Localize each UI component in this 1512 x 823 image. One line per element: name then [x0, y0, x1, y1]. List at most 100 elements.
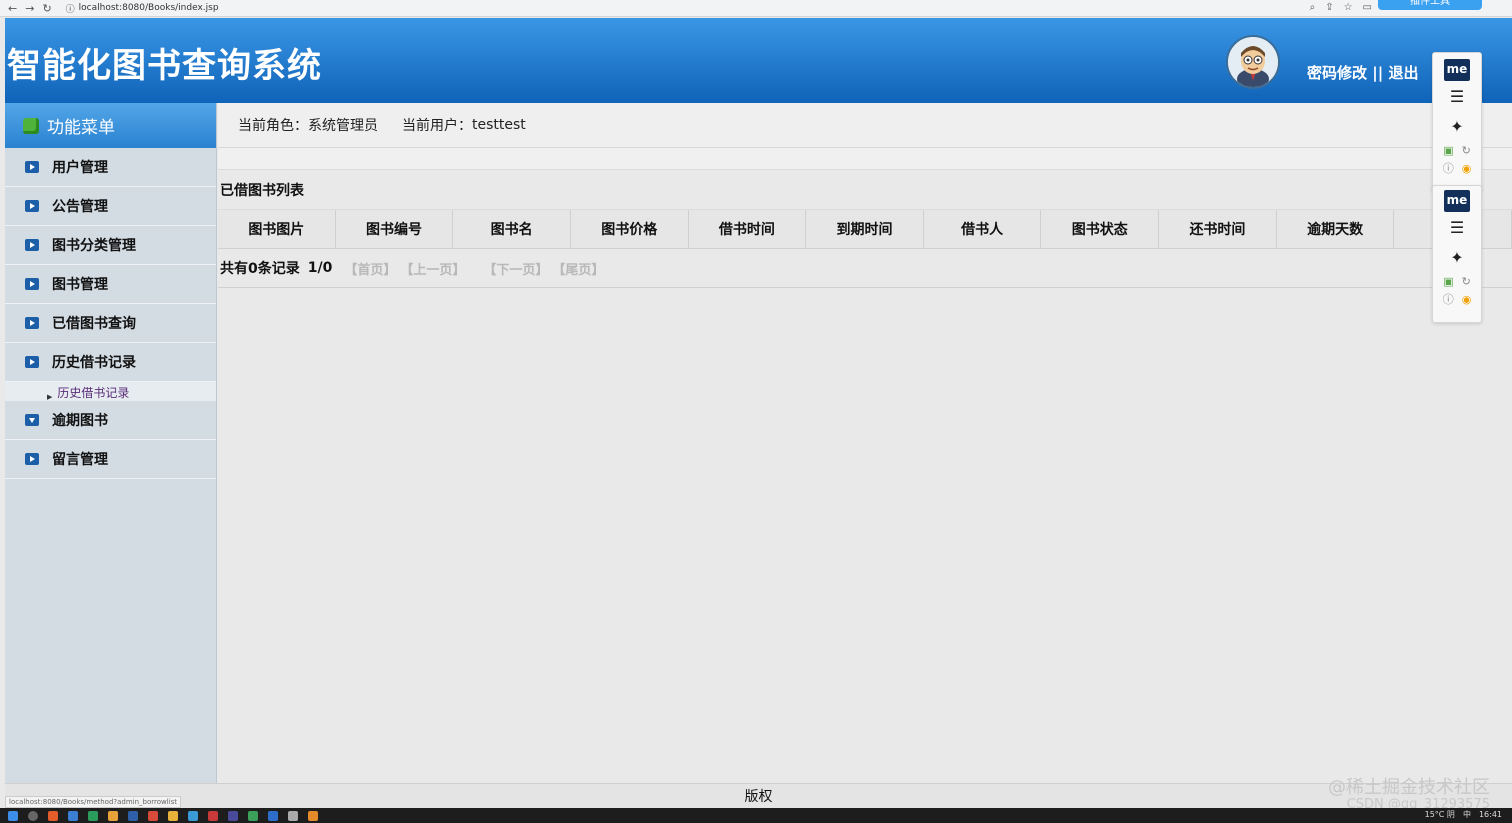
app-icon[interactable]: [208, 810, 218, 821]
zoom-icon[interactable]: ⌕: [1310, 2, 1316, 13]
extension-panel: me ☰ ✦ ▣ ↻ ⓘ ◉: [1432, 52, 1482, 192]
column-header: 还书时间: [1159, 210, 1277, 248]
magic-wand-icon[interactable]: ✦: [1433, 111, 1481, 141]
menu-heading: 功能菜单: [5, 103, 216, 148]
prev-page-link[interactable]: 【上一页】: [400, 259, 465, 278]
me-logo-icon[interactable]: me: [1444, 59, 1470, 81]
eye-icon[interactable]: ◉: [1462, 293, 1472, 306]
header-links: 密码修改 || 退出: [1307, 62, 1418, 83]
sidebar-item-history[interactable]: 历史借书记录: [5, 343, 216, 382]
menu-icon[interactable]: ☰: [1433, 81, 1481, 111]
user-value: testtest: [472, 117, 526, 133]
star-icon[interactable]: ☆: [1344, 2, 1353, 13]
weather-text[interactable]: 15°C 阴: [1425, 809, 1455, 820]
arrow-right-icon: [25, 453, 39, 465]
column-header: 到期时间: [806, 210, 924, 248]
arrow-right-icon: [25, 200, 39, 212]
column-header: 图书图片: [218, 210, 336, 248]
app-icon[interactable]: [188, 810, 198, 821]
clock[interactable]: 16:41: [1479, 810, 1502, 819]
arrow-down-icon: [25, 414, 39, 426]
table-header: 图书图片 图书编号 图书名 图书价格 借书时间 到期时间 借书人 图书状态 还书…: [218, 210, 1512, 249]
eye-icon[interactable]: ◉: [1462, 162, 1472, 175]
role-label: 当前角色：: [238, 118, 308, 134]
app-icon[interactable]: [268, 810, 278, 821]
system-tray: 15°C 阴 中 16:41: [1425, 809, 1502, 820]
sidebar-subitem-history[interactable]: ▶ 历史借书记录: [5, 382, 216, 401]
app-icon[interactable]: [68, 810, 78, 821]
app-icon[interactable]: [228, 810, 238, 821]
ime-indicator[interactable]: 中: [1463, 809, 1471, 820]
sidebar-item-announcements[interactable]: 公告管理: [5, 187, 216, 226]
last-page-link[interactable]: 【尾页】: [552, 259, 604, 278]
app-icon[interactable]: [308, 810, 318, 821]
alert-icon[interactable]: ⓘ: [1443, 160, 1454, 176]
chrome-icon[interactable]: [108, 810, 118, 821]
main-content: 当前角色： 系统管理员 当前用户： testtest 已借图书列表 图书图片 图…: [218, 103, 1512, 783]
bullet-icon: ▶: [47, 393, 53, 401]
menu-heading-label: 功能菜单: [47, 118, 115, 138]
arrow-right-icon: [25, 356, 39, 368]
sidebar-item-categories[interactable]: 图书分类管理: [5, 226, 216, 265]
column-header: 图书名: [453, 210, 571, 248]
first-page-link[interactable]: 【首页】: [344, 259, 396, 278]
sidebar-item-messages[interactable]: 留言管理: [5, 440, 216, 479]
menu-icon[interactable]: ☰: [1433, 212, 1481, 242]
alert-icon[interactable]: ⓘ: [1443, 291, 1454, 307]
cast-icon[interactable]: ▣: [1443, 144, 1453, 157]
divider-strip: [218, 148, 1512, 170]
app-icon[interactable]: [288, 810, 298, 821]
column-header: 图书价格: [571, 210, 689, 248]
sidebar-item-label: 图书管理: [52, 277, 108, 293]
sidebar-item-overdue[interactable]: 逾期图书: [5, 401, 216, 440]
share-icon[interactable]: ⇪: [1325, 2, 1333, 13]
link-separator: ||: [1372, 64, 1384, 82]
browser-actions: ⌕ ⇪ ☆ ▭: [1310, 2, 1372, 13]
back-icon[interactable]: ←: [8, 2, 17, 15]
address-bar[interactable]: ⓘ localhost:8080/Books/index.jsp: [66, 2, 219, 15]
windows-start-icon[interactable]: [8, 810, 18, 821]
sidebar: 功能菜单 用户管理 公告管理 图书分类管理 图书管理 已借图书查询 历史借书记录…: [5, 103, 217, 783]
os-taskbar: 15°C 阴 中 16:41: [0, 808, 1512, 823]
sidebar-item-books[interactable]: 图书管理: [5, 265, 216, 304]
refresh-icon[interactable]: ↻: [1462, 144, 1471, 157]
sidebar-item-label: 用户管理: [52, 160, 108, 176]
column-header: 图书状态: [1041, 210, 1160, 248]
cast-icon[interactable]: ▣: [1443, 275, 1453, 288]
copyright-text: 版权: [744, 789, 773, 805]
forward-icon[interactable]: →: [25, 2, 34, 15]
arrow-right-icon: [25, 317, 39, 329]
site-title: 智能化图书查询系统: [7, 46, 322, 86]
sidebar-subitem-label: 历史借书记录: [57, 386, 130, 400]
extension-button[interactable]: 插件工具: [1378, 0, 1482, 10]
address-url: localhost:8080/Books/index.jsp: [78, 3, 219, 13]
app-icon[interactable]: [248, 810, 258, 821]
folder-icon[interactable]: [168, 810, 178, 821]
extensions-icon[interactable]: ▭: [1363, 2, 1372, 13]
app-icon[interactable]: [128, 810, 138, 821]
taskbar-apps: [8, 810, 318, 821]
reload-icon[interactable]: ↻: [42, 2, 51, 15]
app-icon[interactable]: [148, 810, 158, 821]
avatar: [1226, 35, 1280, 89]
table-title: 已借图书列表: [218, 170, 1512, 210]
arrow-right-icon: [25, 239, 39, 251]
search-icon[interactable]: [28, 810, 38, 821]
column-header: 借书人: [924, 210, 1042, 248]
arrow-right-icon: [25, 161, 39, 173]
magic-wand-icon[interactable]: ✦: [1433, 242, 1481, 272]
watermark-text: @稀土掘金技术社区: [1328, 777, 1490, 798]
avatar-cartoon-icon: [1228, 37, 1278, 87]
wechat-icon[interactable]: [88, 810, 98, 821]
sidebar-item-borrowed[interactable]: 已借图书查询: [5, 304, 216, 343]
app-icon[interactable]: [48, 810, 58, 821]
arrow-right-icon: [25, 278, 39, 290]
next-page-link[interactable]: 【下一页】: [483, 259, 548, 278]
refresh-icon[interactable]: ↻: [1462, 275, 1471, 288]
me-logo-icon[interactable]: me: [1444, 190, 1470, 212]
change-password-link[interactable]: 密码修改: [1307, 64, 1367, 82]
sidebar-item-label: 逾期图书: [52, 413, 108, 429]
sidebar-item-user-management[interactable]: 用户管理: [5, 148, 216, 187]
logout-link[interactable]: 退出: [1388, 64, 1418, 82]
sidebar-item-label: 历史借书记录: [52, 355, 136, 371]
